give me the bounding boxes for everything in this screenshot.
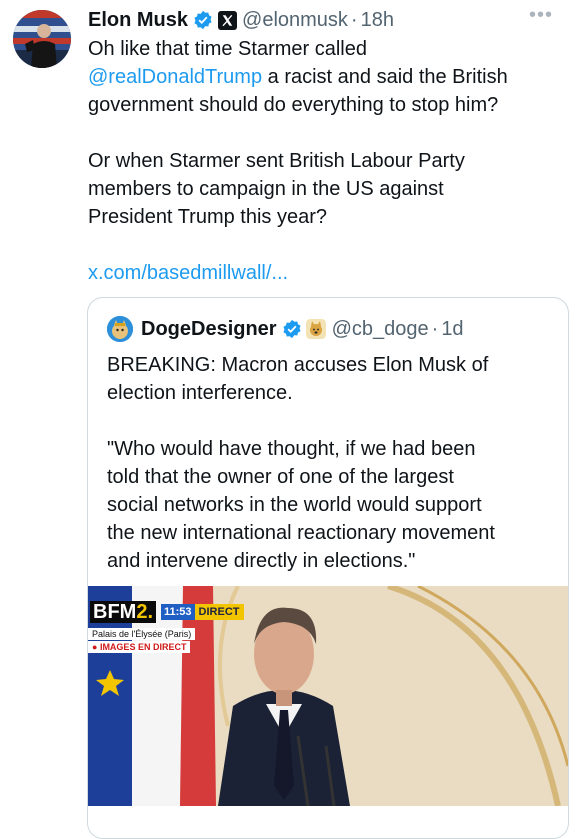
quoted-tweet-time[interactable]: 1d: [441, 318, 463, 341]
doge-avatar-image: [107, 316, 133, 342]
external-link[interactable]: x.com/basedmillwall/...: [88, 259, 558, 287]
quoted-line: [107, 407, 557, 435]
tweet-line: government should do everything to stop …: [88, 94, 499, 116]
tweet-header: Elon Musk @elonmusk · 18h: [88, 5, 394, 35]
tweet-line: Or when Starmer sent British Labour Part…: [88, 150, 465, 172]
quoted-tweet-header: DogeDesigner @cb_doge · 1d: [107, 316, 464, 342]
tweet-line-text: a racist and said the British: [262, 66, 508, 88]
live-caption-text: IMAGES EN DIRECT: [99, 642, 187, 652]
broadcast-clock: 11:53: [161, 604, 195, 620]
location-caption: Palais de l'Élysée (Paris): [88, 628, 196, 640]
quoted-author-handle[interactable]: @cb_doge: [332, 318, 429, 341]
doge-badge-icon: [305, 319, 326, 339]
channel-logo: BFM2.: [90, 601, 157, 623]
separator: ·: [431, 317, 439, 340]
quoted-author-name[interactable]: DogeDesigner: [141, 318, 277, 341]
verified-badge-icon: [194, 10, 212, 30]
x-logo-icon: [218, 10, 238, 30]
separator: ·: [350, 8, 358, 31]
quoted-line: "Who would have thought, if we had been: [107, 438, 476, 460]
verified-badge-icon: [283, 319, 301, 339]
quoted-line: social networks in the world would suppo…: [107, 494, 482, 516]
tweet-line: members to campaign in the US against: [88, 178, 444, 200]
media-image[interactable]: BFM2. 11:53 DIRECT Palais de l'Élysée (P…: [88, 586, 568, 806]
avatar[interactable]: [13, 10, 71, 68]
author-name[interactable]: Elon Musk: [88, 9, 188, 32]
channel-number: 2.: [136, 601, 154, 623]
quoted-line: BREAKING: Macron accuses Elon Musk of: [107, 354, 489, 376]
avatar-image: [13, 10, 71, 68]
quoted-avatar[interactable]: [107, 316, 133, 342]
quoted-line: the new international reactionary moveme…: [107, 522, 495, 544]
quoted-tweet-text: BREAKING: Macron accuses Elon Musk of el…: [107, 351, 557, 575]
tweet-time[interactable]: 18h: [361, 9, 394, 32]
quoted-line: told that the owner of one of the larges…: [107, 466, 454, 488]
tweet-text: Oh like that time Starmer called @realDo…: [88, 35, 558, 287]
more-dots-icon[interactable]: •••: [529, 4, 553, 27]
channel-name: BFM: [93, 601, 137, 623]
tweet[interactable]: Elon Musk @elonmusk · 18h ••• Oh like th…: [0, 0, 579, 839]
live-status: DIRECT: [194, 604, 244, 620]
quoted-tweet[interactable]: DogeDesigner @cb_doge · 1d BREAKING: Mac…: [87, 297, 569, 839]
tweet-line: President Trump this year?: [88, 206, 327, 228]
tweet-line: Oh like that time Starmer called: [88, 38, 367, 60]
tweet-line: [88, 119, 558, 147]
author-handle[interactable]: @elonmusk: [242, 9, 348, 32]
live-caption: ● IMAGES EN DIRECT: [88, 641, 191, 653]
quoted-line: election interference.: [107, 382, 293, 404]
mention-link[interactable]: @realDonaldTrump: [88, 66, 262, 88]
tweet-line: [88, 231, 558, 259]
broadcast-banner: BFM2. 11:53 DIRECT: [90, 601, 244, 623]
quoted-line: and intervene directly in elections.": [107, 550, 416, 572]
tweet-line: @realDonaldTrump a racist and said the B…: [88, 63, 558, 91]
